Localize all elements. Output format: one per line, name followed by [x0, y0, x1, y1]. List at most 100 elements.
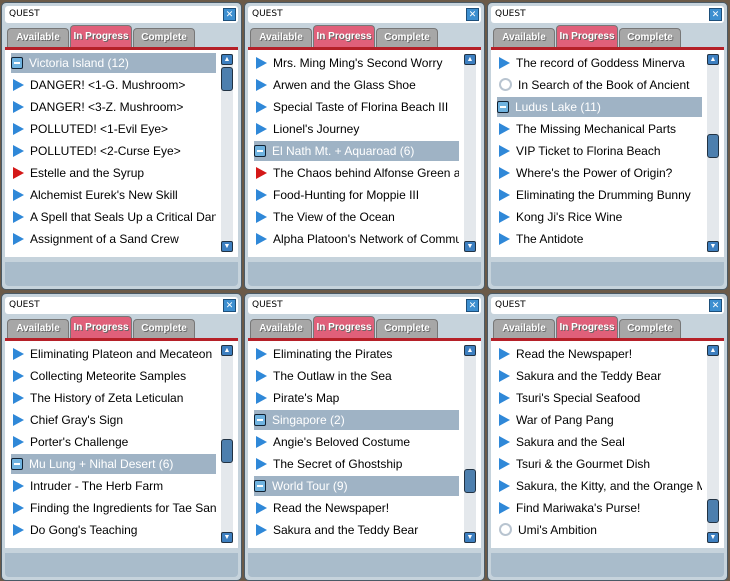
close-icon[interactable]: ✕ — [223, 299, 236, 312]
quest-row[interactable]: The Missing Mechanical Parts — [499, 119, 702, 139]
tab-complete[interactable]: Complete — [619, 319, 681, 338]
quest-row[interactable]: The History of Zeta Leticulan — [13, 388, 216, 408]
title-bar[interactable]: QUEST ✕ — [5, 6, 238, 23]
quest-row[interactable]: Pirate's Map — [256, 388, 459, 408]
title-bar[interactable]: QUEST ✕ — [491, 6, 724, 23]
quest-row[interactable]: Lionel's Journey — [256, 119, 459, 139]
tab-complete[interactable]: Complete — [619, 28, 681, 47]
scrollbar[interactable]: ▲ ▼ — [464, 54, 476, 252]
tab-available[interactable]: Available — [7, 319, 69, 338]
tab-in-progress[interactable]: In Progress — [70, 316, 132, 338]
scrollbar[interactable]: ▲ ▼ — [707, 54, 719, 252]
close-icon[interactable]: ✕ — [466, 8, 479, 21]
quest-row[interactable]: Sakura and the Seal — [499, 432, 702, 452]
quest-row[interactable]: Estelle and the Syrup — [13, 163, 216, 183]
tab-complete[interactable]: Complete — [376, 319, 438, 338]
close-icon[interactable]: ✕ — [709, 8, 722, 21]
title-bar[interactable]: QUEST ✕ — [248, 6, 481, 23]
category-row[interactable]: El Nath Mt. + Aquaroad (6) — [254, 141, 459, 161]
quest-row[interactable]: Eliminating the Drumming Bunny — [499, 185, 702, 205]
scroll-thumb[interactable] — [221, 67, 233, 91]
quest-row[interactable]: Do Gong's Teaching — [13, 520, 216, 540]
quest-row[interactable]: Sakura, the Kitty, and the Orange Ma — [499, 476, 702, 496]
quest-row[interactable]: Sakura and the Teddy Bear — [256, 520, 459, 540]
quest-row[interactable]: POLLUTED! <1-Evil Eye> — [13, 119, 216, 139]
scroll-thumb[interactable] — [707, 498, 719, 523]
title-bar[interactable]: QUEST ✕ — [5, 297, 238, 314]
tab-in-progress[interactable]: In Progress — [556, 316, 618, 338]
quest-row[interactable]: Umi's Ambition — [499, 520, 702, 540]
close-icon[interactable]: ✕ — [709, 299, 722, 312]
close-icon[interactable]: ✕ — [466, 299, 479, 312]
quest-row[interactable]: Find Mariwaka's Purse! — [499, 498, 702, 518]
quest-row[interactable]: VIP Ticket to Florina Beach — [499, 141, 702, 161]
scroll-up-icon[interactable]: ▲ — [464, 54, 476, 65]
quest-row[interactable]: Tsuri & the Gourmet Dish — [499, 454, 702, 474]
collapse-minus-icon[interactable] — [254, 414, 266, 426]
tab-in-progress[interactable]: In Progress — [313, 316, 375, 338]
scroll-down-icon[interactable]: ▼ — [707, 241, 719, 252]
quest-row[interactable]: Tsuri's Special Seafood — [499, 388, 702, 408]
tab-available[interactable]: Available — [493, 28, 555, 47]
quest-row[interactable]: A Spell that Seals Up a Critical Dang — [13, 207, 216, 227]
quest-row[interactable]: War of Pang Pang — [499, 410, 702, 430]
quest-row[interactable]: Read the Newspaper! — [499, 344, 702, 364]
scroll-up-icon[interactable]: ▲ — [707, 345, 719, 356]
title-bar[interactable]: QUEST ✕ — [248, 297, 481, 314]
tab-available[interactable]: Available — [250, 28, 312, 47]
close-icon[interactable]: ✕ — [223, 8, 236, 21]
quest-row[interactable]: Where's the Power of Origin? — [499, 163, 702, 183]
quest-row[interactable]: Kong Ji's Rice Wine — [499, 207, 702, 227]
tab-available[interactable]: Available — [7, 28, 69, 47]
quest-row[interactable]: Food-Hunting for Moppie III — [256, 185, 459, 205]
category-row[interactable]: Ludus Lake (11) — [497, 97, 702, 117]
scroll-up-icon[interactable]: ▲ — [707, 54, 719, 65]
quest-row[interactable]: In Search of the Book of Ancient — [499, 75, 702, 95]
tab-available[interactable]: Available — [493, 319, 555, 338]
scrollbar[interactable]: ▲ ▼ — [707, 345, 719, 543]
quest-row[interactable]: Chief Gray's Sign — [13, 410, 216, 430]
quest-row[interactable]: Porter's Challenge — [13, 432, 216, 452]
quest-row[interactable]: Arwen and the Glass Shoe — [256, 75, 459, 95]
collapse-minus-icon[interactable] — [11, 57, 23, 69]
category-row[interactable]: Victoria Island (12) — [11, 53, 216, 73]
quest-row[interactable]: Eliminating Plateon and Mecateon — [13, 344, 216, 364]
quest-row[interactable]: Alpha Platoon's Network of Commu — [256, 229, 459, 249]
category-row[interactable]: Mu Lung + Nihal Desert (6) — [11, 454, 216, 474]
scroll-thumb[interactable] — [464, 469, 476, 493]
tab-complete[interactable]: Complete — [133, 28, 195, 47]
scroll-down-icon[interactable]: ▼ — [221, 532, 233, 543]
quest-row[interactable]: Intruder - The Herb Farm — [13, 476, 216, 496]
scroll-up-icon[interactable]: ▲ — [464, 345, 476, 356]
quest-row[interactable]: The Outlaw in the Sea — [256, 366, 459, 386]
quest-row[interactable]: Eliminating the Pirates — [256, 344, 459, 364]
quest-row[interactable]: DANGER! <1-G. Mushroom> — [13, 75, 216, 95]
quest-row[interactable]: Sakura and the Teddy Bear — [499, 366, 702, 386]
tab-in-progress[interactable]: In Progress — [313, 25, 375, 47]
quest-row[interactable]: The Secret of Ghostship — [256, 454, 459, 474]
tab-in-progress[interactable]: In Progress — [70, 25, 132, 47]
category-row[interactable]: World Tour (9) — [254, 476, 459, 496]
scrollbar[interactable]: ▲ ▼ — [221, 54, 233, 252]
collapse-minus-icon[interactable] — [497, 101, 509, 113]
scroll-up-icon[interactable]: ▲ — [221, 345, 233, 356]
scroll-down-icon[interactable]: ▼ — [707, 532, 719, 543]
quest-row[interactable]: The View of the Ocean — [256, 207, 459, 227]
quest-row[interactable]: Alchemist Eurek's New Skill — [13, 185, 216, 205]
quest-row[interactable]: Read the Newspaper! — [256, 498, 459, 518]
tab-in-progress[interactable]: In Progress — [556, 25, 618, 47]
quest-row[interactable]: DANGER! <3-Z. Mushroom> — [13, 97, 216, 117]
quest-row[interactable]: Special Taste of Florina Beach III — [256, 97, 459, 117]
scroll-down-icon[interactable]: ▼ — [464, 532, 476, 543]
collapse-minus-icon[interactable] — [254, 145, 266, 157]
quest-row[interactable]: Collecting Meteorite Samples — [13, 366, 216, 386]
quest-row[interactable]: Angie's Beloved Costume — [256, 432, 459, 452]
quest-row[interactable]: Assignment of a Sand Crew — [13, 229, 216, 249]
scrollbar[interactable]: ▲ ▼ — [464, 345, 476, 543]
quest-row[interactable]: Finding the Ingredients for Tae Sang — [13, 498, 216, 518]
scroll-thumb[interactable] — [221, 439, 233, 464]
collapse-minus-icon[interactable] — [254, 480, 266, 492]
title-bar[interactable]: QUEST ✕ — [491, 297, 724, 314]
scroll-down-icon[interactable]: ▼ — [464, 241, 476, 252]
tab-available[interactable]: Available — [250, 319, 312, 338]
